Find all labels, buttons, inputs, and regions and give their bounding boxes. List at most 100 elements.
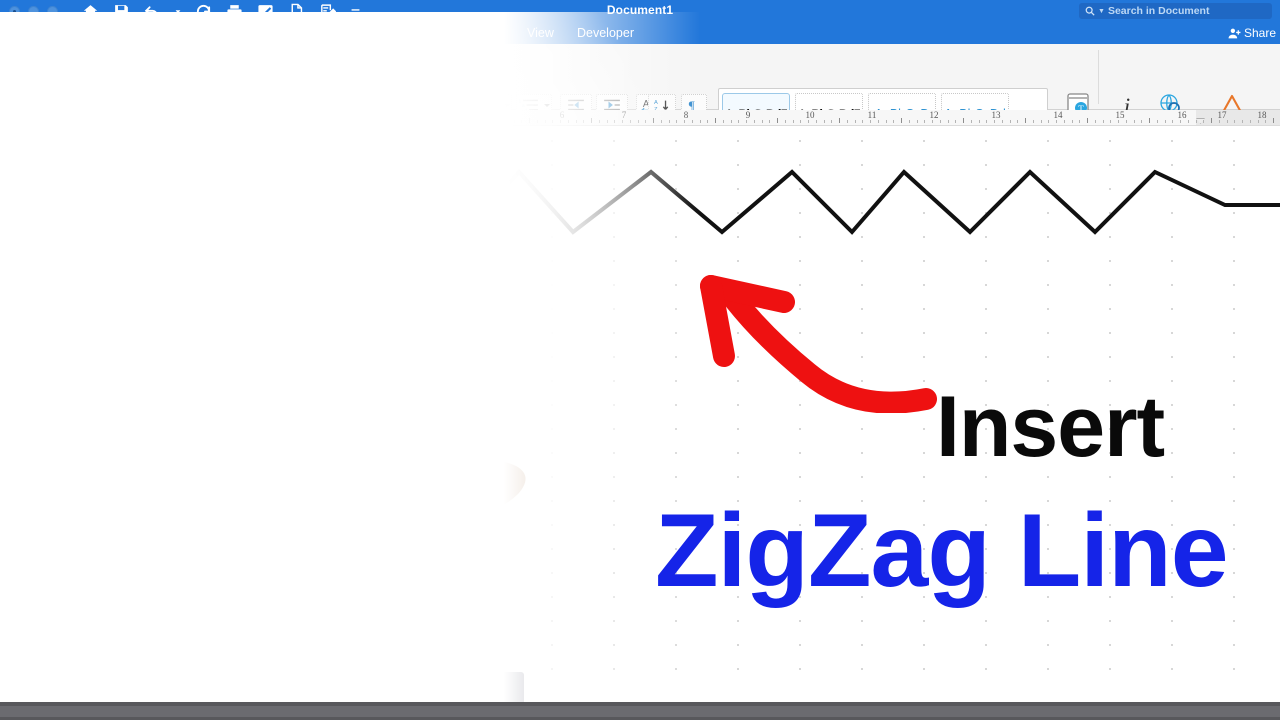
grid-dot — [179, 644, 181, 646]
ruler-tick — [1041, 120, 1042, 123]
ruler-tick — [405, 118, 406, 123]
window-controls[interactable] — [0, 5, 58, 17]
ruler-number: 2 — [60, 110, 66, 120]
ruler-tick — [723, 120, 724, 123]
person-plus-icon — [1228, 27, 1241, 40]
scissors-icon[interactable] — [57, 51, 73, 67]
grid-dot — [427, 644, 429, 646]
grid-dot — [613, 356, 615, 358]
print-icon[interactable] — [226, 3, 243, 20]
ruler-tick — [95, 118, 96, 123]
grid-dot — [117, 452, 119, 454]
zigzag-line[interactable] — [15, 126, 1280, 306]
grid-dot — [551, 476, 553, 478]
ruler-tick — [684, 120, 685, 123]
grid-dot — [1171, 644, 1173, 646]
grid-dot — [117, 332, 119, 334]
grid-dot — [985, 620, 987, 622]
grid-dot — [613, 452, 615, 454]
new-document-icon[interactable] — [288, 3, 305, 20]
horizontal-ruler[interactable]: 2 1 4 5 6 7 8 9 10 11 12 13 14 15 16 17 18 — [0, 110, 1280, 126]
grid-dot — [675, 404, 677, 406]
tab-home[interactable]: Home — [8, 22, 61, 44]
grid-dot — [241, 452, 243, 454]
bullets-caret-icon[interactable] — [466, 103, 472, 107]
grid-dot — [737, 644, 739, 646]
ruler-tick — [1242, 120, 1243, 123]
copy-icon[interactable] — [57, 71, 73, 87]
undo-caret-icon[interactable] — [175, 3, 181, 20]
grid-dot — [923, 428, 925, 430]
home-icon[interactable] — [82, 3, 99, 20]
ruler-tick — [1211, 118, 1212, 123]
grid-dot — [365, 668, 367, 670]
grid-dot — [1047, 356, 1049, 358]
grid-dot — [675, 620, 677, 622]
undo-icon[interactable] — [144, 3, 161, 20]
grid-dot — [179, 668, 181, 670]
grid-dot — [427, 356, 429, 358]
bold-button[interactable]: B — [90, 70, 112, 90]
vertical-ruler[interactable] — [0, 126, 15, 702]
grid-dot — [117, 404, 119, 406]
ruler-tick — [552, 120, 553, 123]
close-button[interactable] — [9, 5, 20, 17]
grid-dot — [1171, 308, 1173, 310]
ruler-tick — [599, 120, 600, 123]
tab-draw[interactable]: Draw — [122, 22, 169, 44]
grid-dot — [1109, 644, 1111, 646]
grid-dot — [55, 356, 57, 358]
grid-dot — [489, 428, 491, 430]
grid-dot — [985, 332, 987, 334]
overflow-icon[interactable] — [350, 3, 361, 20]
ruler-number: 17 — [1217, 110, 1227, 120]
numbering-caret-icon[interactable] — [504, 103, 510, 107]
tab-mailings[interactable]: Mailings — [388, 22, 452, 44]
grid-dot — [117, 572, 119, 574]
grid-dot — [303, 620, 305, 622]
grid-dot — [55, 596, 57, 598]
grid-dot — [55, 500, 57, 502]
ruler-tick — [901, 118, 902, 123]
ribbon-separator-2 — [434, 50, 435, 104]
minimize-button[interactable] — [28, 5, 39, 17]
ruler-tick — [1087, 118, 1088, 123]
ruler-tick — [1095, 120, 1096, 123]
ruler-tick — [583, 120, 584, 123]
underline-button[interactable]: U — [144, 70, 166, 90]
italic-button[interactable]: I — [118, 70, 140, 90]
grid-dot — [241, 620, 243, 622]
redo-icon[interactable] — [195, 3, 212, 20]
paste-button[interactable]: Paste — [7, 48, 43, 104]
font-name-input[interactable]: Times New R... — [89, 94, 175, 111]
tab-review[interactable]: Review — [452, 22, 511, 44]
grid-dot — [55, 452, 57, 454]
ruler-tick — [824, 120, 825, 123]
grid-dot — [551, 500, 553, 502]
ribbon: Paste Times New R... B I U A 1 2 1 a A A… — [0, 44, 1280, 152]
tab-developer[interactable]: Developer — [568, 22, 643, 44]
paintbrush-icon[interactable] — [55, 89, 74, 108]
save-icon[interactable] — [113, 3, 130, 20]
tab-view[interactable]: View — [518, 22, 563, 44]
multilevel-caret-icon[interactable] — [544, 103, 550, 107]
tab-layout[interactable]: Layout — [234, 22, 290, 44]
review-edit-icon[interactable] — [257, 3, 274, 20]
grid-dot — [179, 620, 181, 622]
tab-references[interactable]: References — [292, 22, 374, 44]
grid-dot — [1171, 380, 1173, 382]
zoom-button[interactable] — [47, 5, 58, 17]
search-input[interactable]: ▼ Search in Document — [1079, 3, 1272, 19]
ruler-margin-right — [1196, 110, 1280, 125]
ruler-tick — [72, 120, 73, 123]
tab-insert[interactable]: Insert — [66, 22, 115, 44]
grid-dot — [489, 332, 491, 334]
share-button[interactable]: Share — [1228, 22, 1276, 44]
ruler-tick — [1265, 120, 1266, 123]
grid-dot — [303, 548, 305, 550]
edit-document-icon[interactable] — [319, 3, 336, 20]
tab-design[interactable]: Design — [176, 22, 233, 44]
ribbon-tab-bar: Home Insert Draw Design Layout Reference… — [0, 22, 1280, 44]
paste-dropdown-caret-icon[interactable] — [45, 66, 51, 70]
ruler-tick — [312, 120, 313, 123]
